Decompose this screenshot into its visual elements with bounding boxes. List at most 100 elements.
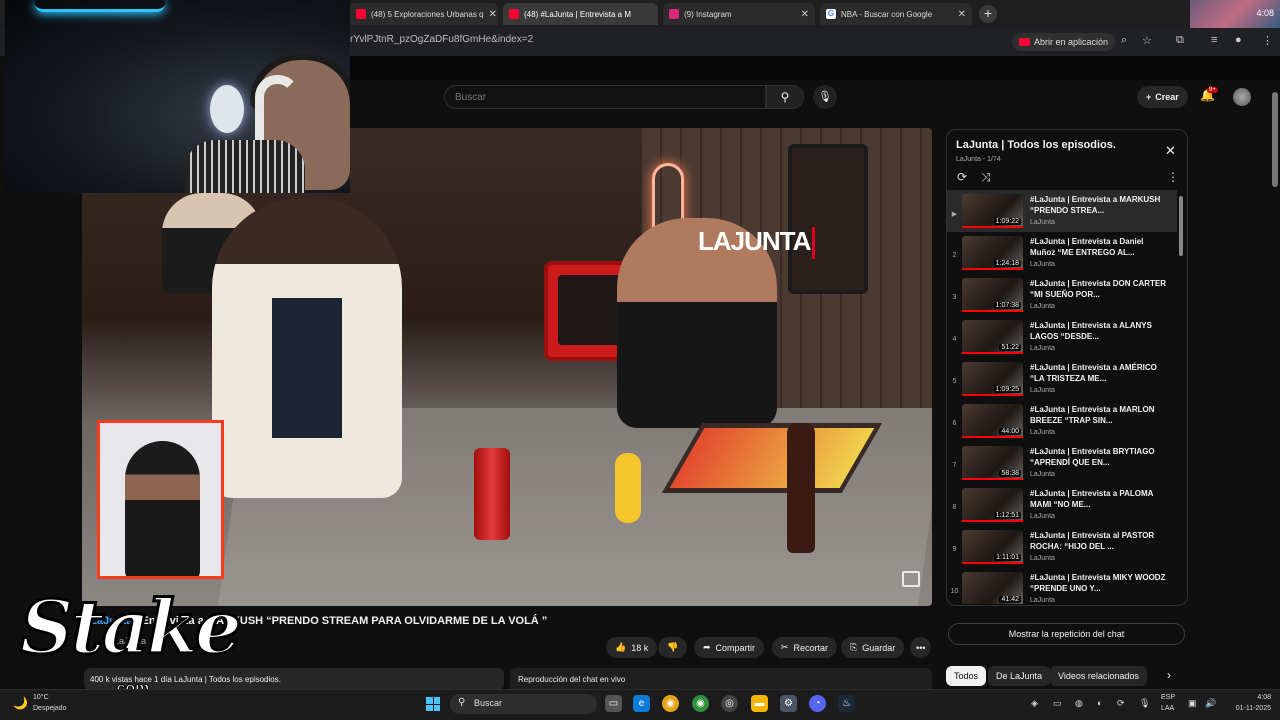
browser-tab[interactable]: (9) Instagram ✕: [663, 3, 815, 25]
channel-watermark-icon[interactable]: [902, 571, 920, 587]
taskbar-clock[interactable]: 4:08: [1225, 694, 1271, 701]
playlist-item-title[interactable]: #LaJunta | Entrevista MIKY WOODZ “PRENDE…: [1030, 572, 1170, 594]
playlist-item-thumbnail[interactable]: 1:09:25: [962, 362, 1023, 396]
playlist-item[interactable]: ▶ 1:09:22 #LaJunta | Entrevista a MARKUSH …: [947, 190, 1177, 232]
close-tab-icon[interactable]: ✕: [958, 9, 966, 20]
menu-dots-icon[interactable]: ⋮: [1262, 34, 1273, 47]
browser-tab[interactable]: G NBA - Buscar con Google ✕: [820, 3, 972, 25]
playlist-item[interactable]: 5 1:09:25 #LaJunta | Entrevista a AMÉRICO …: [947, 358, 1177, 400]
browser-tab-active[interactable]: (48) #LaJunta | Entrevista a M: [503, 3, 658, 25]
settings-icon[interactable]: ⚙: [780, 695, 797, 712]
scissors-icon: ✂: [781, 642, 789, 652]
keyboard-language[interactable]: ESP: [1161, 694, 1175, 701]
playlist-scrollbar[interactable]: [1179, 196, 1183, 256]
steam-icon[interactable]: ♨: [838, 695, 855, 712]
discord-icon[interactable]: ◔: [809, 695, 826, 712]
extensions-icon[interactable]: ⧉: [1176, 34, 1184, 47]
network-icon[interactable]: ▣: [1188, 698, 1197, 709]
tray-sync-icon[interactable]: ⟳: [1117, 698, 1125, 709]
playlist-item[interactable]: 6 44:00 #LaJunta | Entrevista a MARLON BRE…: [947, 400, 1177, 442]
keyboard-layout[interactable]: LAA: [1161, 705, 1174, 712]
chip-related[interactable]: Videos relacionados: [1050, 666, 1147, 686]
close-tab-icon[interactable]: ✕: [489, 9, 497, 20]
playlist-item[interactable]: 2 1:24:18 #LaJunta | Entrevista a Daniel M…: [947, 232, 1177, 274]
playlist-item-thumbnail[interactable]: 1:12:51: [962, 488, 1023, 522]
zoom-icon[interactable]: ⌕: [1121, 34, 1127, 47]
browser-tab[interactable]: (48) 5 Exploraciones Urbanas q ✕: [350, 3, 498, 25]
close-tab-icon[interactable]: ✕: [801, 9, 809, 20]
taskbar-search[interactable]: ⚲ Buscar: [450, 694, 597, 714]
playlist-item-thumbnail[interactable]: 51:22: [962, 320, 1023, 354]
playlist-item-duration: 1:24:18: [993, 260, 1021, 267]
playlist-item-title[interactable]: #LaJunta | Entrevista a MARKUSH “PRENDO …: [1030, 194, 1170, 216]
playlist-item[interactable]: 8 1:12:51 #LaJunta | Entrevista a PALOMA M…: [947, 484, 1177, 526]
playlist-item[interactable]: 3 1:07:38 #LaJunta | Entrevista DON CARTER…: [947, 274, 1177, 316]
tray-app2-icon[interactable]: ◍: [1075, 698, 1083, 709]
folder-icon[interactable]: ▬: [751, 695, 768, 712]
more-actions-button[interactable]: •••: [910, 637, 932, 658]
playlist-item-thumbnail[interactable]: 1:11:01: [962, 530, 1023, 564]
dislike-button[interactable]: 👎: [658, 637, 688, 658]
save-button[interactable]: ⎘ Guardar: [841, 637, 905, 658]
playlist-item-title[interactable]: #LaJunta | Entrevista a AMÉRICO “LA TRIS…: [1030, 362, 1170, 384]
shuffle-icon[interactable]: ⤨: [981, 170, 991, 185]
chrome-icon[interactable]: ◉: [662, 695, 679, 712]
search-button[interactable]: ⚲: [766, 85, 804, 109]
windows-start-icon[interactable]: [426, 697, 440, 711]
playlist-item-title[interactable]: #LaJunta | Entrevista a Daniel Muñoz “ME…: [1030, 236, 1170, 258]
playlist-item-channel: LaJunta: [1030, 387, 1055, 394]
voice-search-button[interactable]: 🎙: [813, 85, 837, 109]
show-chat-replay-button[interactable]: Mostrar la repetición del chat: [948, 623, 1185, 645]
playlist-item[interactable]: 9 1:11:01 #LaJunta | Entrevista al PASTOR …: [947, 526, 1177, 568]
tray-monitor-icon[interactable]: ▭: [1053, 698, 1062, 709]
loop-icon[interactable]: ⟳: [957, 170, 967, 184]
chrome-profile-icon[interactable]: ◉: [692, 695, 709, 712]
playlist-title[interactable]: LaJunta | Todos los episodios.: [956, 139, 1116, 151]
url-text[interactable]: rYvlPJtnR_pzOgZaDFu8fGmHe&index=2: [350, 34, 533, 45]
file-explorer-icon[interactable]: ▭: [605, 695, 622, 712]
moon-weather-icon[interactable]: 🌙: [13, 696, 28, 710]
tray-app-icon[interactable]: ◈: [1031, 698, 1038, 709]
chip-from-channel[interactable]: De LaJunta: [988, 666, 1051, 686]
chip-all[interactable]: Todos: [946, 666, 987, 686]
weather-temperature[interactable]: 10°C: [33, 694, 49, 701]
playlist-item-thumbnail[interactable]: 44:00: [962, 404, 1023, 438]
page-scrollbar[interactable]: [1272, 92, 1278, 187]
playlist-item[interactable]: 10 41:42 #LaJunta | Entrevista MIKY WOODZ …: [947, 568, 1177, 604]
playlist-item-title[interactable]: #LaJunta | Entrevista DON CARTER “MI SUE…: [1030, 278, 1170, 300]
clip-button[interactable]: ✂ Recortar: [772, 637, 838, 658]
playlist-item-thumbnail[interactable]: 1:07:38: [962, 278, 1023, 312]
edge-icon[interactable]: e: [633, 695, 650, 712]
playlist-item[interactable]: 7 58:38 #LaJunta | Entrevista BRYTIAGO “AP…: [947, 442, 1177, 484]
open-in-app-button[interactable]: Abrir en aplicación: [1012, 33, 1116, 51]
playlist-item-thumbnail[interactable]: 58:38: [962, 446, 1023, 480]
tray-microphone-icon[interactable]: 🎙: [1139, 698, 1150, 709]
account-avatar[interactable]: [1233, 88, 1251, 106]
search-input[interactable]: Buscar: [444, 85, 766, 109]
bookmark-star-icon[interactable]: ☆: [1142, 34, 1152, 47]
playlist-item-title[interactable]: #LaJunta | Entrevista al PASTOR ROCHA: “…: [1030, 530, 1170, 552]
close-playlist-icon[interactable]: ✕: [1165, 143, 1176, 159]
profile-icon[interactable]: ●: [1235, 34, 1242, 46]
like-button[interactable]: 👍 18 k: [606, 637, 658, 658]
chips-next-icon[interactable]: ›: [1167, 668, 1171, 682]
obs-icon[interactable]: ◎: [721, 695, 738, 712]
playlist-item-thumbnail[interactable]: 1:09:22: [962, 194, 1023, 228]
playlist-item-title[interactable]: #LaJunta | Entrevista a MARLON BREEZE “T…: [1030, 404, 1170, 426]
weather-condition[interactable]: Despejado: [33, 705, 66, 712]
reading-list-icon[interactable]: ≡: [1211, 34, 1217, 46]
share-button[interactable]: ➦ Compartir: [694, 637, 765, 658]
create-button[interactable]: + Crear: [1137, 86, 1188, 108]
volume-icon[interactable]: 🔊: [1205, 698, 1216, 709]
playlist-item-duration: 1:09:25: [993, 386, 1021, 393]
playlist-item-title[interactable]: #LaJunta | Entrevista a PALOMA MAMI “NO …: [1030, 488, 1170, 510]
playlist-item-title[interactable]: #LaJunta | Entrevista BRYTIAGO “APRENDÍ …: [1030, 446, 1170, 468]
playlist-item[interactable]: 4 51:22 #LaJunta | Entrevista a ALANYS LAG…: [947, 316, 1177, 358]
taskbar-date[interactable]: 01-11-2025: [1225, 705, 1271, 712]
playlist-item-thumbnail[interactable]: 41:42: [962, 572, 1023, 604]
playlist-item-title[interactable]: #LaJunta | Entrevista a ALANYS LAGOS “DE…: [1030, 320, 1170, 342]
new-tab-button[interactable]: +: [979, 5, 997, 23]
playlist-menu-icon[interactable]: ⋮: [1167, 170, 1179, 184]
playlist-item-thumbnail[interactable]: 1:24:18: [962, 236, 1023, 270]
tray-app3-icon[interactable]: ◐: [1097, 698, 1102, 708]
